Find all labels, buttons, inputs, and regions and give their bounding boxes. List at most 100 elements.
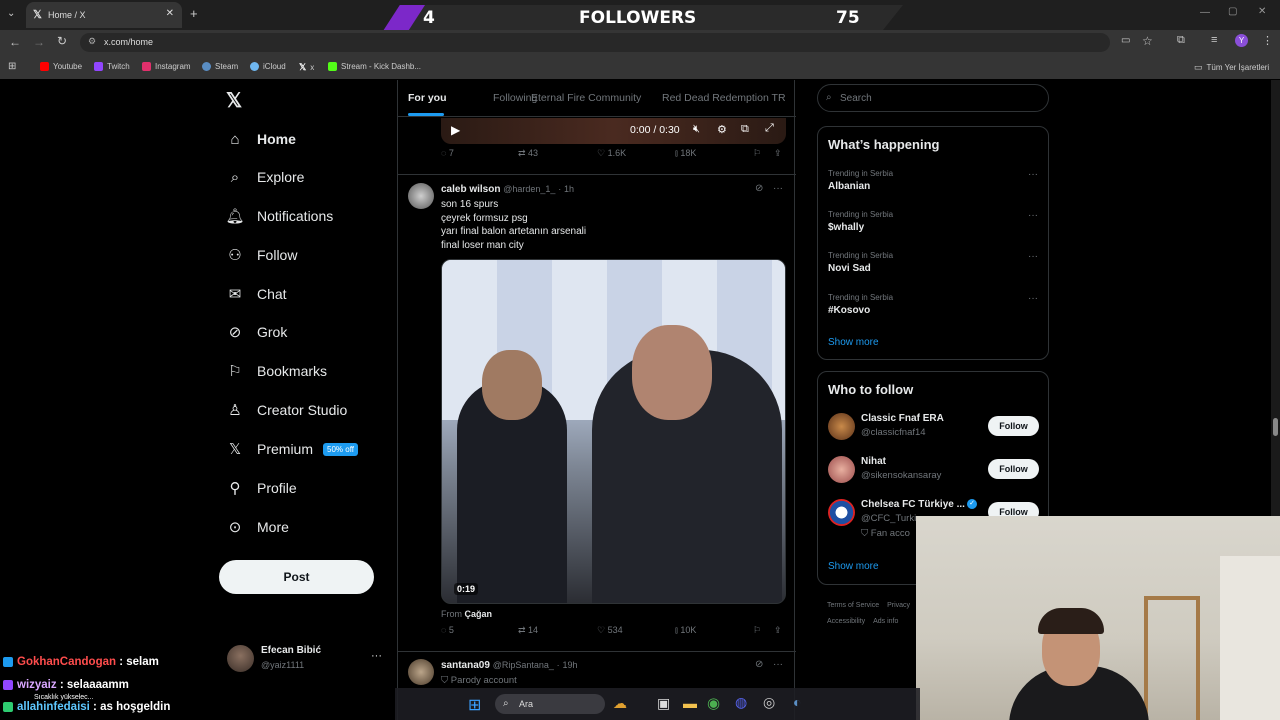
nav-explore[interactable]: ⌕ Explore xyxy=(226,165,305,189)
previous-video[interactable]: ▶ 0:00 / 0:30 🔇︎ ⚙ ⧉ ⤢ xyxy=(441,118,786,144)
bookmark-x[interactable]: 𝕏x xyxy=(299,62,314,73)
bookmark-action[interactable]: ⚐ xyxy=(753,148,761,159)
new-tab-icon[interactable]: + xyxy=(190,6,198,21)
trend-more-icon[interactable]: ··· xyxy=(1028,293,1038,304)
play-icon[interactable]: ▶ xyxy=(451,123,460,137)
suggestion-avatar[interactable] xyxy=(828,499,855,526)
nav-more[interactable]: ⊙ More xyxy=(226,515,289,539)
repost-action[interactable]: ⇄ 14 xyxy=(518,625,538,636)
repost-action[interactable]: ⇄ 43 xyxy=(518,148,538,159)
mute-icon[interactable]: 🔇︎ xyxy=(693,123,700,136)
tweet-author-name[interactable]: santana09 xyxy=(441,660,490,671)
all-bookmarks[interactable]: ▭ Tüm Yer İşaretleri xyxy=(1194,62,1269,73)
grok-icon[interactable]: ⊘ xyxy=(755,659,763,670)
nav-premium[interactable]: 𝕏 Premium 50% off xyxy=(226,437,358,461)
footer-accessibility[interactable]: Accessibility xyxy=(827,618,865,625)
trend-name[interactable]: $whally xyxy=(828,222,864,233)
trend-more-icon[interactable]: ··· xyxy=(1028,169,1038,180)
footer-privacy[interactable]: Privacy xyxy=(887,602,910,609)
reply-action[interactable]: ◌ 7 xyxy=(441,148,454,158)
url-field[interactable]: ⚙ x.com/home xyxy=(80,33,1110,52)
bookmark-twitch[interactable]: Twitch xyxy=(94,62,130,71)
reload-icon[interactable]: ↻ xyxy=(57,34,67,48)
suggestion-name[interactable]: Nihat xyxy=(861,456,886,467)
app-icon[interactable]: ◎ xyxy=(763,694,775,711)
tweet-avatar[interactable] xyxy=(408,659,434,685)
profile-avatar[interactable]: Y xyxy=(1235,34,1248,47)
x-logo-icon[interactable]: 𝕏 xyxy=(226,88,242,113)
like-action[interactable]: ♡ 1.6K xyxy=(597,148,626,159)
nav-profile[interactable]: ⚲ Profile xyxy=(226,476,297,500)
nav-bookmarks[interactable]: ⚐ Bookmarks xyxy=(226,359,327,383)
trend-more-icon[interactable]: ··· xyxy=(1028,210,1038,221)
suggestion-avatar[interactable] xyxy=(828,413,855,440)
post-button[interactable]: Post xyxy=(219,560,374,594)
share-action[interactable]: ⇪ xyxy=(774,625,782,636)
maximize-icon[interactable]: ▢ xyxy=(1228,6,1237,17)
suggestion-name[interactable]: Chelsea FC Türkiye ... xyxy=(861,499,965,510)
like-action[interactable]: ♡ 534 xyxy=(597,625,623,636)
views-action[interactable]: ⫾ 10K xyxy=(675,625,696,636)
media-icon[interactable]: ≡ xyxy=(1211,34,1217,46)
forward-icon[interactable]: → xyxy=(33,35,45,49)
source-name[interactable]: Çağan xyxy=(465,609,493,619)
back-icon[interactable]: ← xyxy=(9,35,21,49)
steam-icon[interactable]: ◐ xyxy=(793,694,801,710)
follow-button[interactable]: Follow xyxy=(988,459,1039,479)
tab-list-icon[interactable]: ⌄ xyxy=(7,8,15,19)
account-more-icon[interactable]: ··· xyxy=(371,650,382,662)
nav-grok[interactable]: ⊘ Grok xyxy=(226,320,288,344)
show-more-link[interactable]: Show more xyxy=(828,561,879,572)
bookmark-instagram[interactable]: Instagram xyxy=(142,62,191,71)
nav-chat[interactable]: ✉ Chat xyxy=(226,282,287,306)
views-action[interactable]: ⫾ 18K xyxy=(675,148,696,159)
pip-icon[interactable]: ⧉ xyxy=(741,123,749,136)
settings-icon[interactable]: ⚙ xyxy=(717,123,727,136)
tab-eternal-fire[interactable]: Eternal Fire Community xyxy=(531,92,641,104)
nav-creator-studio[interactable]: ♙ Creator Studio xyxy=(226,398,347,422)
tab-red-dead[interactable]: Red Dead Redemption TR xyxy=(662,92,786,104)
apps-icon[interactable]: ⊞ xyxy=(8,61,16,72)
browser-tab[interactable]: 𝕏 Home / X ✕ xyxy=(26,2,182,28)
bookmark-star-icon[interactable]: ☆ xyxy=(1142,34,1153,48)
share-action[interactable]: ⇪ xyxy=(774,148,782,159)
nav-home[interactable]: ⌂ Home xyxy=(226,127,295,151)
trend-more-icon[interactable]: ··· xyxy=(1028,251,1038,262)
tweet-more-icon[interactable]: ··· xyxy=(773,659,783,670)
tweet-time[interactable]: 19h xyxy=(562,660,577,670)
cast-icon[interactable]: ▭ xyxy=(1121,35,1130,46)
site-info-icon[interactable]: ⚙ xyxy=(88,36,96,47)
bookmark-steam[interactable]: Steam xyxy=(202,62,238,71)
windows-start-icon[interactable]: ⊞ xyxy=(468,695,481,715)
extensions-icon[interactable]: ⧉ xyxy=(1177,34,1185,47)
bookmark-icloud[interactable]: iCloud xyxy=(250,62,286,71)
trend-name[interactable]: Albanian xyxy=(828,181,870,192)
follow-button[interactable]: Follow xyxy=(988,416,1039,436)
tweet-author-handle[interactable]: @RipSantana_ xyxy=(493,660,554,670)
nav-follow[interactable]: ⚇ Follow xyxy=(226,243,297,267)
tweet-more-icon[interactable]: ··· xyxy=(773,183,783,194)
close-tab-icon[interactable]: ✕ xyxy=(166,8,174,19)
tweet-time[interactable]: 1h xyxy=(564,184,574,194)
nav-notifications[interactable]: 🔔︎ Notifications xyxy=(225,204,333,228)
minimize-icon[interactable]: — xyxy=(1200,7,1210,18)
tab-for-you[interactable]: For you xyxy=(408,92,447,104)
footer-ads-info[interactable]: Ads info xyxy=(873,618,898,625)
taskbar-search[interactable]: ⌕ Ara xyxy=(495,694,605,714)
suggestion-avatar[interactable] xyxy=(828,456,855,483)
footer-terms[interactable]: Terms of Service xyxy=(827,602,879,609)
tweet-author-name[interactable]: caleb wilson xyxy=(441,184,500,195)
weather-widget[interactable]: Sıcaklık yükselec... xyxy=(34,694,94,701)
bookmark-youtube[interactable]: Youtube xyxy=(40,62,82,71)
widgets-icon[interactable]: ☁ xyxy=(613,695,627,712)
fullscreen-icon[interactable]: ⤢ xyxy=(765,122,774,135)
bookmark-kick[interactable]: Stream - Kick Dashb... xyxy=(328,62,421,71)
suggestion-name[interactable]: Classic Fnaf ERA xyxy=(861,413,944,424)
tweet-video[interactable]: 0:19 xyxy=(441,259,786,604)
reply-action[interactable]: ◌ 5 xyxy=(441,625,454,635)
trend-name[interactable]: Novi Sad xyxy=(828,263,871,274)
menu-icon[interactable]: ⋮ xyxy=(1262,34,1273,47)
tweet-author-handle[interactable]: @harden_1_ xyxy=(503,184,555,194)
trend-name[interactable]: #Kosovo xyxy=(828,305,870,316)
scrollbar-thumb[interactable] xyxy=(1273,418,1278,436)
